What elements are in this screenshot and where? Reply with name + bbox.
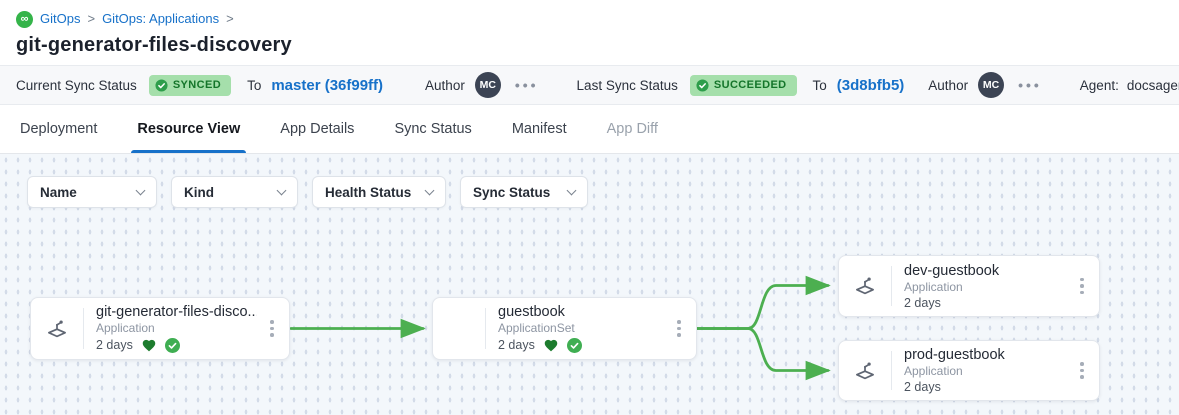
gitops-app-page: ∞ GitOps > GitOps: Applications > git-ge… <box>0 0 1179 415</box>
application-resource-icon <box>839 273 891 299</box>
application-resource-icon <box>31 316 83 342</box>
node-title: dev-guestbook <box>904 263 1067 279</box>
node-title: guestbook <box>498 304 664 320</box>
synced-check-icon <box>567 338 582 353</box>
graph-node-prod-guestbook[interactable]: prod-guestbook Application 2 days <box>838 340 1100 401</box>
tab-resource-view[interactable]: Resource View <box>117 105 260 153</box>
health-heart-icon <box>543 338 559 353</box>
node-title: prod-guestbook <box>904 347 1067 363</box>
current-more-menu-icon[interactable]: ••• <box>515 77 539 93</box>
graph-filter-bar: Name Kind Health Status Sync Status <box>27 176 588 208</box>
chevron-down-icon <box>277 186 287 196</box>
tab-sync-status[interactable]: Sync Status <box>374 105 491 153</box>
breadcrumb-link-applications[interactable]: GitOps: Applications <box>102 10 219 28</box>
node-age: 2 days <box>96 339 133 352</box>
node-kebab-menu-icon[interactable] <box>1071 362 1093 379</box>
synced-check-icon <box>165 338 180 353</box>
edge-guestbook-to-dev <box>696 286 828 329</box>
current-sync-status-label: Current Sync Status <box>16 78 137 93</box>
app-tabs: Deployment Resource View App Details Syn… <box>0 105 1179 154</box>
chevron-down-icon <box>567 186 577 196</box>
breadcrumb-link-gitops[interactable]: GitOps <box>40 10 80 28</box>
edge-guestbook-to-prod <box>696 329 828 371</box>
agent-label: Agent: <box>1080 78 1119 93</box>
page-header: ∞ GitOps > GitOps: Applications > git-ge… <box>0 0 1179 65</box>
last-to-label: To <box>813 78 827 93</box>
chevron-down-icon <box>425 186 435 196</box>
last-author-label: Author <box>928 78 968 93</box>
chevron-down-icon <box>136 186 146 196</box>
breadcrumb-separator: > <box>87 10 95 28</box>
breadcrumb: ∞ GitOps > GitOps: Applications > <box>16 10 1163 28</box>
filter-label: Health Status <box>325 185 411 200</box>
application-resource-icon <box>839 358 891 384</box>
node-body: guestbook ApplicationSet 2 days <box>486 296 668 361</box>
node-kind: Application <box>904 280 1067 294</box>
node-kebab-menu-icon[interactable] <box>668 320 690 337</box>
breadcrumb-separator: > <box>226 10 234 28</box>
node-age: 2 days <box>498 339 535 352</box>
filter-dropdown-health-status[interactable]: Health Status <box>312 176 446 208</box>
filter-dropdown-kind[interactable]: Kind <box>171 176 298 208</box>
filter-label: Kind <box>184 185 214 200</box>
node-body: git-generator-files-disco... Application… <box>84 296 261 361</box>
graph-node-guestbook[interactable]: guestbook ApplicationSet 2 days <box>432 297 697 360</box>
tab-deployment[interactable]: Deployment <box>0 105 117 153</box>
synced-status-badge: SYNCED <box>149 75 231 96</box>
resource-graph-canvas: Name Kind Health Status Sync Status <box>0 154 1179 415</box>
last-more-menu-icon[interactable]: ••• <box>1018 77 1042 93</box>
filter-dropdown-name[interactable]: Name <box>27 176 157 208</box>
sync-status-bar: Current Sync Status SYNCED To master (36… <box>0 65 1179 105</box>
node-kind: Application <box>96 321 257 335</box>
node-kebab-menu-icon[interactable] <box>1071 278 1093 295</box>
filter-label: Name <box>40 185 77 200</box>
tab-app-diff: App Diff <box>587 105 678 153</box>
filter-label: Sync Status <box>473 185 550 200</box>
check-circle-icon <box>155 79 168 92</box>
tab-manifest[interactable]: Manifest <box>492 105 587 153</box>
node-age: 2 days <box>904 297 941 310</box>
tab-app-details[interactable]: App Details <box>260 105 374 153</box>
node-body: prod-guestbook Application 2 days <box>892 339 1071 402</box>
succeeded-badge-label: SUCCEEDED <box>714 79 787 91</box>
graph-node-dev-guestbook[interactable]: dev-guestbook Application 2 days <box>838 255 1100 317</box>
synced-badge-label: SYNCED <box>173 79 221 91</box>
current-to-label: To <box>247 78 261 93</box>
current-revision-link[interactable]: master (36f99ff) <box>271 77 383 94</box>
current-author-avatar: MC <box>475 72 501 98</box>
current-author-label: Author <box>425 78 465 93</box>
agent-value: docsagent <box>1127 78 1179 93</box>
gitops-infinity-icon: ∞ <box>16 11 33 28</box>
last-author-avatar: MC <box>978 72 1004 98</box>
node-body: dev-guestbook Application 2 days <box>892 255 1071 318</box>
node-kebab-menu-icon[interactable] <box>261 320 283 337</box>
last-revision-link[interactable]: (3d8bfb5) <box>837 77 905 94</box>
page-title: git-generator-files-discovery <box>16 34 1163 57</box>
check-circle-icon <box>696 79 709 92</box>
node-kind: ApplicationSet <box>498 321 664 335</box>
succeeded-status-badge: SUCCEEDED <box>690 75 797 96</box>
graph-node-git-generator-files-discovery[interactable]: git-generator-files-disco... Application… <box>30 297 290 360</box>
last-sync-status-label: Last Sync Status <box>577 78 678 93</box>
node-age: 2 days <box>904 381 941 394</box>
node-title: git-generator-files-disco... <box>96 304 257 320</box>
health-heart-icon <box>141 338 157 353</box>
filter-dropdown-sync-status[interactable]: Sync Status <box>460 176 588 208</box>
node-kind: Application <box>904 364 1067 378</box>
